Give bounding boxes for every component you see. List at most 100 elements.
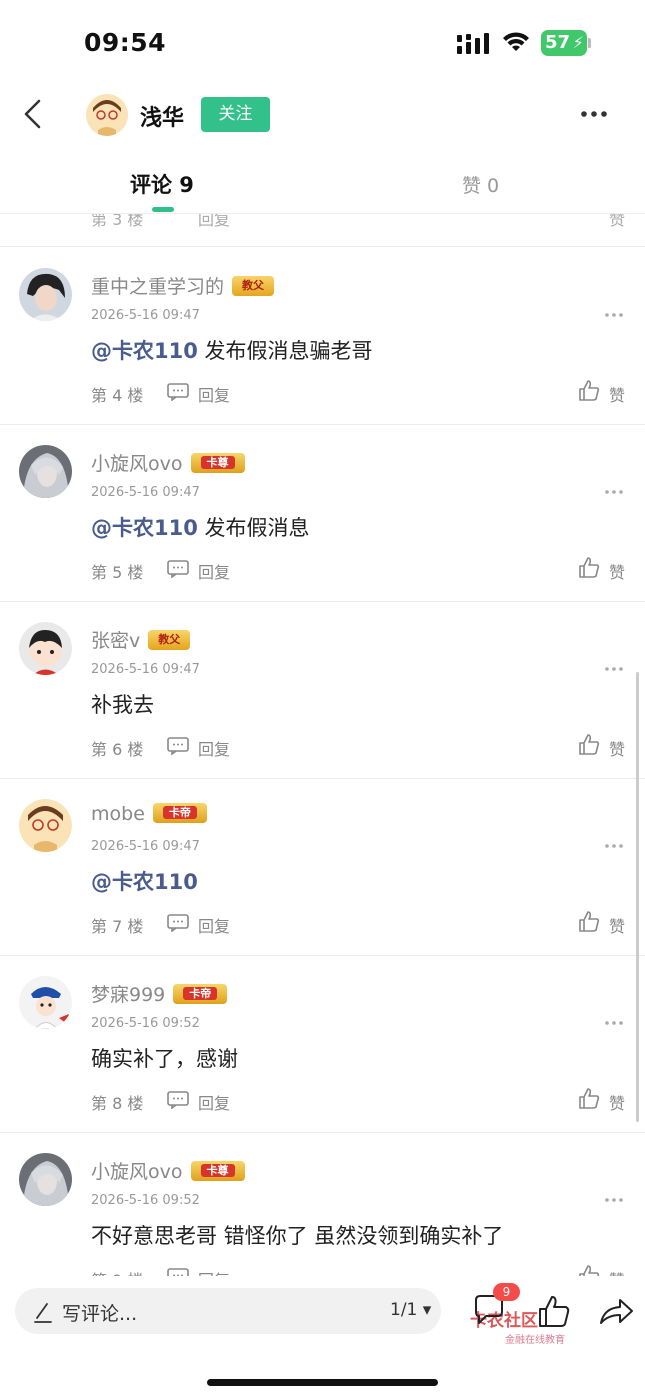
medal-badge: 教父	[148, 629, 191, 650]
floor-label: 第 8 楼	[91, 1094, 144, 1113]
avatar[interactable]	[19, 1153, 72, 1206]
reply-button[interactable]: 回复	[198, 559, 230, 583]
avatar[interactable]	[19, 622, 72, 675]
avatar[interactable]	[19, 445, 72, 498]
like-button[interactable]: 赞	[609, 1090, 625, 1114]
comment-item: mobe 卡帝 2026-5-16 09:47 @卡农110 第 7 楼 回复 赞	[0, 779, 645, 956]
comment-username[interactable]: 重中之重学习的 教父	[91, 272, 275, 299]
avatar-photo-icon	[19, 268, 72, 321]
avatar-face-icon	[86, 94, 128, 136]
tab-likes[interactable]: 赞 0	[462, 171, 499, 198]
tab-divider	[0, 213, 645, 214]
avatar-cartoon-icon	[19, 976, 72, 1029]
medal-badge: 卡尊	[190, 1160, 245, 1181]
page-selector[interactable]: 1/1 ▾	[390, 1300, 431, 1320]
pencil-icon	[34, 1303, 52, 1323]
comment-list[interactable]: 重中之重学习的 教父 2026-5-16 09:47 @卡农110 发布假消息骗老…	[0, 248, 645, 1314]
thumbs-up-icon[interactable]	[578, 1087, 600, 1109]
thumbs-up-icon[interactable]	[578, 556, 600, 578]
floor-label: 第 7 楼	[91, 917, 144, 936]
reply-button[interactable]: 回复	[198, 1090, 230, 1114]
medal-badge: 教父	[232, 275, 275, 296]
comment-username[interactable]: 梦寐999 卡帝	[91, 980, 228, 1007]
comment-date: 2026-5-16 09:52	[91, 1193, 200, 1208]
comment-item: 重中之重学习的 教父 2026-5-16 09:47 @卡农110 发布假消息骗老…	[0, 248, 645, 425]
comment-more-icon[interactable]	[605, 667, 623, 671]
floor-label: 第 5 楼	[91, 563, 144, 582]
avatar[interactable]	[19, 268, 72, 321]
status-time: 09:54	[84, 28, 167, 57]
comment-more-icon[interactable]	[605, 844, 623, 848]
comment-username[interactable]: 小旋风ovo 卡尊	[91, 449, 245, 476]
thumbs-up-icon[interactable]	[578, 733, 600, 755]
avatar-cartoon-icon	[19, 622, 72, 675]
tab-comments[interactable]: 评论 9	[130, 169, 194, 199]
wifi-icon	[503, 32, 529, 51]
like-button[interactable]: 赞	[609, 382, 625, 406]
header-username[interactable]: 浅华	[140, 100, 184, 132]
back-arrow-icon[interactable]	[22, 98, 44, 130]
tab-bar	[0, 150, 645, 213]
battery-indicator: 57 ⚡	[541, 30, 587, 56]
comment-more-icon[interactable]	[605, 490, 623, 494]
comment-input-placeholder[interactable]: 写评论...	[62, 1299, 137, 1326]
header-avatar[interactable]	[86, 94, 128, 136]
follow-button[interactable]: 关注	[201, 97, 270, 132]
avatar-photo-icon	[19, 445, 72, 498]
comment-username[interactable]: mobe 卡帝	[91, 802, 207, 825]
comment-more-icon[interactable]	[605, 313, 623, 317]
share-icon[interactable]	[598, 1296, 634, 1326]
avatar-photo-icon	[19, 1153, 72, 1206]
comment-text: @卡农110 发布假消息骗老哥	[91, 339, 373, 363]
comment-count-badge: 9	[493, 1283, 520, 1301]
avatar[interactable]	[19, 799, 72, 852]
comment-more-icon[interactable]	[605, 1021, 623, 1025]
thumbs-up-icon[interactable]	[578, 379, 600, 401]
like-button[interactable]: 赞	[609, 913, 625, 937]
floor-label: 第 6 楼	[91, 740, 144, 759]
avatar[interactable]	[19, 976, 72, 1029]
mention-link[interactable]: @卡农110	[91, 516, 198, 540]
scrollbar[interactable]	[636, 672, 639, 1122]
thumbs-up-icon[interactable]	[537, 1294, 571, 1328]
comment-date: 2026-5-16 09:47	[91, 485, 200, 500]
comment-text: 不好意思老哥 错怪你了 虽然没领到确实补了	[91, 1224, 504, 1248]
comment-more-icon[interactable]	[605, 1198, 623, 1202]
comment-item: 小旋风ovo 卡尊 2026-5-16 09:47 @卡农110 发布假消息 第 …	[0, 425, 645, 602]
thumbs-up-icon[interactable]	[578, 910, 600, 932]
medal-badge: 卡帝	[173, 983, 228, 1004]
comment-item: 梦寐999 卡帝 2026-5-16 09:52 确实补了，感谢 第 8 楼 回复…	[0, 956, 645, 1133]
mention-link[interactable]: @卡农110	[91, 870, 198, 894]
divider	[0, 246, 645, 247]
comment-text: 补我去	[91, 693, 154, 717]
comment-text: @卡农110	[91, 866, 198, 896]
home-indicator[interactable]	[207, 1379, 438, 1386]
medal-badge: 卡帝	[152, 802, 207, 823]
comment-username[interactable]: 小旋风ovo 卡尊	[91, 1157, 245, 1184]
more-dots-icon[interactable]	[580, 110, 608, 118]
comment-date: 2026-5-16 09:47	[91, 839, 200, 854]
comment-date: 2026-5-16 09:47	[91, 308, 200, 323]
comment-date: 2026-5-16 09:52	[91, 1016, 200, 1031]
reply-icon[interactable]	[167, 383, 189, 401]
reply-button[interactable]: 回复	[198, 382, 230, 406]
comment-text: @卡农110 发布假消息	[91, 516, 310, 540]
comment-username[interactable]: 张密v 教父	[91, 626, 191, 653]
medal-badge: 卡尊	[190, 452, 245, 473]
floor-label: 第 4 楼	[91, 386, 144, 405]
reply-button[interactable]: 回复	[198, 736, 230, 760]
reply-button[interactable]: 回复	[198, 913, 230, 937]
like-button[interactable]: 赞	[609, 736, 625, 760]
battery-tip	[588, 38, 591, 48]
reply-icon[interactable]	[167, 914, 189, 932]
like-button[interactable]: 赞	[609, 559, 625, 583]
reply-icon[interactable]	[167, 737, 189, 755]
watermark-subtitle: 金融在线教育	[505, 1335, 565, 1346]
comment-text: 确实补了，感谢	[91, 1047, 238, 1071]
cellular-signal-icon	[457, 33, 489, 54]
reply-icon[interactable]	[167, 1091, 189, 1109]
reply-icon[interactable]	[167, 560, 189, 578]
comment-item: 张密v 教父 2026-5-16 09:47 补我去 第 6 楼 回复 赞	[0, 602, 645, 779]
avatar-face-icon	[19, 799, 72, 852]
mention-link[interactable]: @卡农110	[91, 339, 198, 363]
